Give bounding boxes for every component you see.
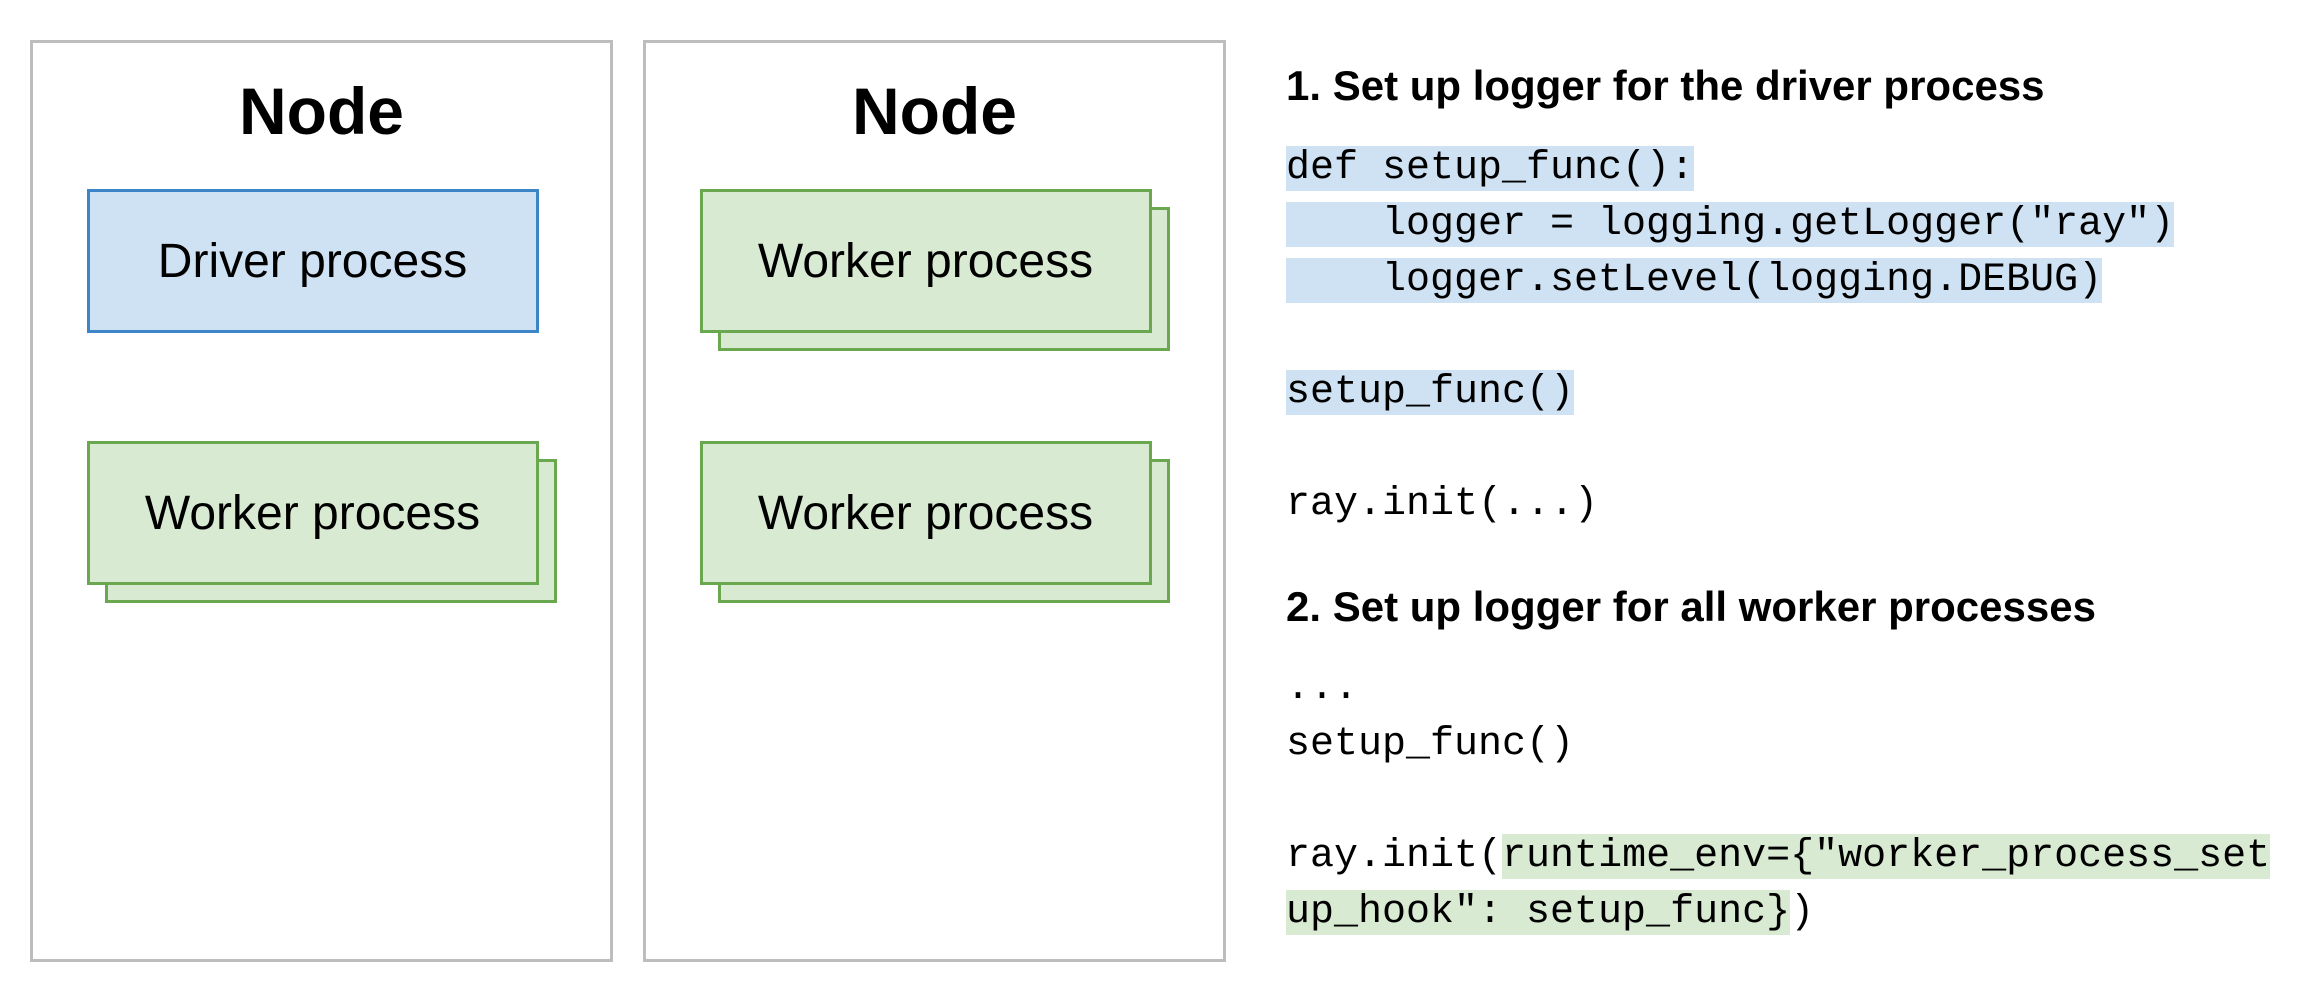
worker-process-box: Worker process xyxy=(87,441,539,585)
code-line: logger = logging.getLogger("ray") xyxy=(1286,197,2278,253)
code-line: ray.init(runtime_env={"worker_process_se… xyxy=(1286,829,2278,941)
code-line: ray.init(...) xyxy=(1286,477,2278,533)
code-frag: setup_func() xyxy=(1286,370,1574,415)
node-box: Node Driver process Worker process xyxy=(30,40,613,962)
code-line xyxy=(1286,773,2278,829)
code-frag: setup_func() xyxy=(1286,722,1574,767)
worker-process-box: Worker process xyxy=(700,189,1152,333)
code-frag: logger = logging.getLogger("ray") xyxy=(1286,202,2174,247)
code-line: def setup_func(): xyxy=(1286,141,2278,197)
code-line: logger.setLevel(logging.DEBUG) xyxy=(1286,253,2278,309)
section-heading: 2. Set up logger for all worker processe… xyxy=(1286,579,2278,636)
code-line: ... xyxy=(1286,661,2278,717)
node-box: Node Worker process Worker process xyxy=(643,40,1226,962)
code-block: def setup_func(): logger = logging.getLo… xyxy=(1286,141,2278,533)
code-line xyxy=(1286,421,2278,477)
code-frag: def setup_func(): xyxy=(1286,146,1694,191)
code-frag: ... xyxy=(1286,666,1358,711)
node-title: Node xyxy=(852,73,1017,149)
code-line: setup_func() xyxy=(1286,717,2278,773)
code-frag: ray.init(...) xyxy=(1286,482,1598,527)
driver-process-box: Driver process xyxy=(87,189,539,333)
worker-process-stack: Worker process xyxy=(700,441,1170,603)
worker-process-box: Worker process xyxy=(700,441,1152,585)
code-panel: 1. Set up logger for the driver process d… xyxy=(1286,40,2278,962)
section-heading: 1. Set up logger for the driver process xyxy=(1286,58,2278,115)
driver-process: Driver process xyxy=(87,189,557,351)
code-line xyxy=(1286,309,2278,365)
code-frag: ) xyxy=(1790,890,1814,935)
code-frag: logger.setLevel(logging.DEBUG) xyxy=(1286,258,2102,303)
worker-process-stack: Worker process xyxy=(87,441,557,603)
diagram-panel: Node Driver process Worker process Node Work… xyxy=(30,40,1226,962)
code-block: ... setup_func() ray.init(runtime_env={"w… xyxy=(1286,661,2278,941)
worker-process-stack: Worker process xyxy=(700,189,1170,351)
code-line: setup_func() xyxy=(1286,365,2278,421)
code-frag: ray.init( xyxy=(1286,834,1502,879)
node-title: Node xyxy=(239,73,404,149)
